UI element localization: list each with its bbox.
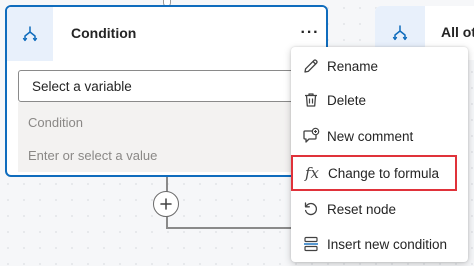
menu-item-new-comment[interactable]: New comment	[291, 119, 468, 153]
condition-node[interactable]: Condition ··· Select a variable Conditio…	[5, 5, 328, 177]
menu-item-insert-new-condition[interactable]: Insert new condition	[291, 227, 468, 261]
menu-item-change-to-formula[interactable]: fx Change to formula	[291, 155, 457, 191]
condition-label: Condition	[28, 115, 83, 130]
fx-icon: fx	[304, 164, 319, 182]
menu-item-label: Change to formula	[328, 165, 440, 181]
insert-condition-icon	[301, 234, 321, 254]
variable-select[interactable]: Select a variable	[18, 70, 326, 102]
condition-area[interactable]: Condition Enter or select a value	[18, 102, 326, 172]
node-title: All ot	[441, 24, 474, 40]
plus-icon	[160, 198, 172, 210]
menu-item-rename[interactable]: Rename	[291, 49, 468, 83]
menu-item-label: Insert new condition	[327, 236, 448, 252]
more-options-button[interactable]: ···	[297, 21, 323, 45]
node-title: Condition	[71, 25, 137, 41]
condition-icon	[7, 7, 53, 61]
trash-icon	[301, 90, 321, 110]
menu-item-reset-node[interactable]: Reset node	[291, 192, 468, 226]
menu-item-label: Delete	[327, 92, 367, 108]
menu-item-delete[interactable]: Delete	[291, 83, 468, 117]
menu-item-label: Rename	[327, 58, 379, 74]
value-input[interactable]: Enter or select a value	[28, 148, 157, 163]
pencil-icon	[301, 56, 321, 76]
connector-line-horizontal	[166, 227, 292, 229]
node-context-menu: Rename Delete New comment fx Change to f…	[291, 47, 468, 262]
node-header: Condition ···	[7, 7, 326, 61]
menu-item-label: Reset node	[327, 201, 397, 217]
reset-icon	[301, 199, 321, 219]
add-node-button[interactable]	[153, 191, 179, 217]
comment-add-icon	[301, 126, 321, 146]
menu-item-label: New comment	[327, 128, 414, 144]
